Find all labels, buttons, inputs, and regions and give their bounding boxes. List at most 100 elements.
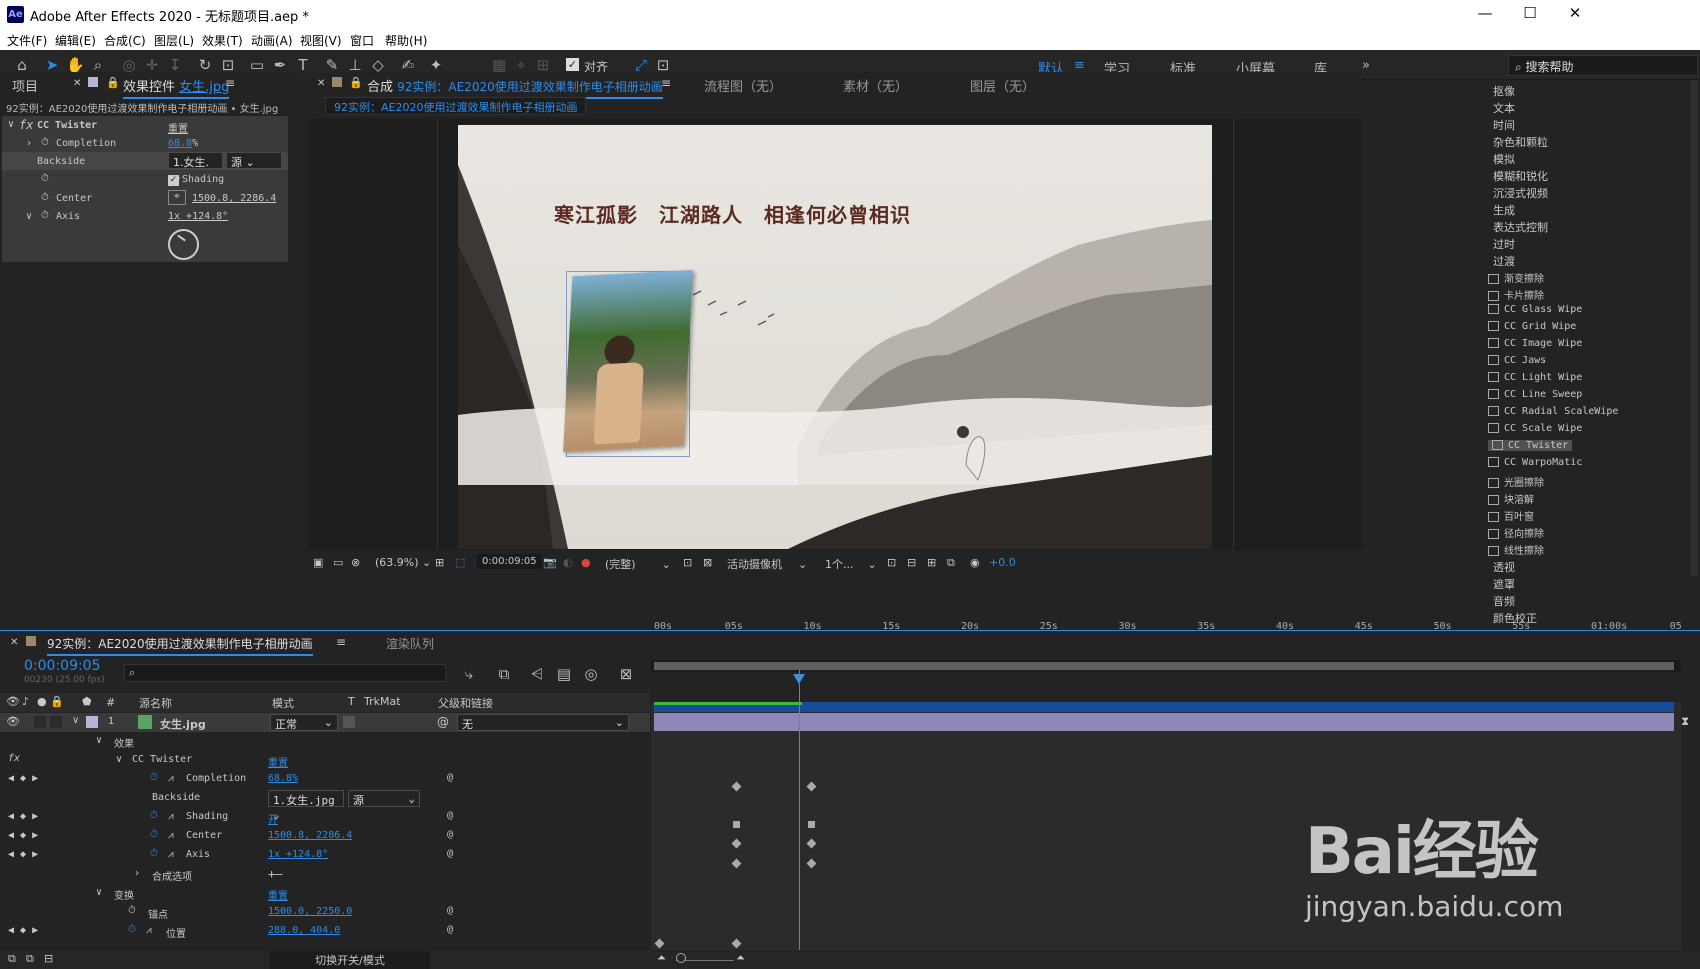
exposure-value[interactable]: +0.0: [989, 556, 1016, 569]
mask-visibility-icon[interactable]: ⊗: [351, 556, 360, 569]
tab-effect-controls[interactable]: 效果控件 女生.jpg: [123, 76, 230, 99]
transition-item-1[interactable]: 卡片擦除: [1488, 287, 1544, 302]
preset-category-0[interactable]: 抠像: [1493, 83, 1515, 99]
comp-flowchart-icon[interactable]: ⧉: [495, 665, 513, 683]
crosshair-icon[interactable]: ⌖: [168, 190, 186, 205]
workspace-more-icon[interactable]: »: [1362, 58, 1370, 73]
graph-editor-icon[interactable]: ⊠: [617, 665, 635, 683]
shading-stopwatch-icon[interactable]: ⏱: [41, 173, 49, 184]
stopwatch-icon[interactable]: ⏱: [41, 137, 49, 148]
transition-item-9[interactable]: CC Scale Wipe: [1488, 423, 1582, 434]
presets-scrollbar[interactable]: [1690, 80, 1698, 576]
menu-edit[interactable]: 编辑(E): [55, 32, 96, 49]
toggle-switches-modes-button[interactable]: 切换开关/模式: [270, 951, 430, 969]
transition-item-13[interactable]: 块溶解: [1488, 491, 1534, 506]
work-area-range[interactable]: [654, 662, 1674, 670]
completion-row[interactable]: ◀ ◆ ▶ ⏱ ⩘ Completion 68.8% @: [0, 770, 650, 789]
minimize-button[interactable]: —: [1465, 4, 1505, 26]
toggle-pixel-icon[interactable]: ⊡: [887, 556, 896, 569]
draft3d-icon[interactable]: ⤷: [460, 665, 478, 683]
menu-composition[interactable]: 合成(C): [104, 32, 146, 49]
flowchart-icon[interactable]: ⧉: [947, 556, 955, 570]
preset-category-2[interactable]: 时间: [1493, 117, 1515, 133]
layer-name[interactable]: 女生.jpg: [160, 716, 206, 732]
preset-category-7[interactable]: 生成: [1493, 202, 1515, 218]
zoom-out-icon[interactable]: ⏶: [657, 951, 666, 965]
menu-effect[interactable]: 效果(T): [202, 32, 243, 49]
transform-group-row[interactable]: ∨ 变换 重置: [0, 884, 650, 903]
exposure-icon[interactable]: ◉: [970, 556, 980, 569]
transition-item-8[interactable]: CC Radial ScaleWipe: [1488, 406, 1618, 417]
menu-view[interactable]: 视图(V): [300, 32, 342, 49]
source-header[interactable]: 源名称: [139, 695, 172, 711]
mode-dropdown[interactable]: 正常 ⌄: [270, 714, 338, 731]
composite-options-row[interactable]: › 合成选项 +—: [0, 865, 650, 884]
fx-icon[interactable]: fx: [19, 118, 33, 132]
transition-item-0[interactable]: 渐变擦除: [1488, 270, 1544, 285]
preset-category-8[interactable]: 表达式控制: [1493, 219, 1548, 235]
time-ruler[interactable]: [651, 672, 1681, 702]
menu-file[interactable]: 文件(F): [7, 32, 47, 49]
tab-render-queue[interactable]: 渲染队列: [386, 635, 434, 652]
close-tab-icon[interactable]: ✕: [73, 78, 81, 89]
current-time-indicator[interactable]: [798, 670, 800, 950]
layer-row[interactable]: 👁 ∨ 1 女生.jpg 正常 ⌄ @ 无 ⌄: [0, 713, 650, 732]
layer-switches-icon[interactable]: ⧉: [8, 952, 16, 966]
backside-layer-dropdown[interactable]: 1.女生. ⌄: [168, 152, 223, 183]
close-button[interactable]: ✕: [1555, 4, 1595, 26]
preset-category-bottom-1[interactable]: 遮罩: [1493, 576, 1515, 592]
anchor-point-row[interactable]: ⏱ 锚点 1500.0, 2250.0 @: [0, 903, 650, 922]
tab-timeline-comp[interactable]: 92实例：AE2020使用过渡效果制作电子相册动画: [47, 635, 313, 656]
maximize-button[interactable]: ☐: [1510, 4, 1550, 26]
comp-sub-tab[interactable]: 92实例：AE2020使用过渡效果制作电子相册动画: [325, 97, 587, 115]
motion-blur-icon[interactable]: ◎: [582, 665, 600, 683]
visibility-icon[interactable]: 👁: [6, 715, 20, 728]
zoom-slider-handle[interactable]: [676, 953, 686, 963]
center-stopwatch-icon[interactable]: ⏱: [41, 192, 49, 203]
shading-timeline-row[interactable]: ◀ ◆ ▶ ⏱ ⩘ Shading 开 @: [0, 808, 650, 827]
menu-layer[interactable]: 图层(L): [154, 32, 194, 49]
tab-layer[interactable]: 图层（无）: [970, 76, 1035, 95]
position-row[interactable]: ◀ ◆ ▶ ⏱ ⩘ 位置 288.0, 404.0 @: [0, 922, 650, 941]
comp-menu-icon[interactable]: ≡: [661, 76, 671, 90]
preset-category-3[interactable]: 杂色和颗粒: [1493, 134, 1548, 150]
photo-twister[interactable]: [563, 269, 693, 453]
zoom-in-icon[interactable]: ⏶: [736, 951, 745, 965]
preset-category-bottom-2[interactable]: 音频: [1493, 593, 1515, 609]
preset-category-1[interactable]: 文本: [1493, 100, 1515, 116]
axis-timeline-row[interactable]: ◀ ◆ ▶ ⏱ ⩘ Axis 1x +124.8° @: [0, 846, 650, 865]
tab-composition[interactable]: 合成 92实例：AE2020使用过渡效果制作电子相册动画: [367, 76, 663, 99]
backside-timeline-row[interactable]: Backside 1.女生.jpg ⌄ 源 ⌄: [0, 789, 650, 821]
search-help-input[interactable]: ⌕ 搜索帮助: [1508, 55, 1698, 76]
transition-item-6[interactable]: CC Light Wipe: [1488, 372, 1582, 383]
preset-category-bottom-0[interactable]: 透视: [1493, 559, 1515, 575]
lock-icon[interactable]: 🔒: [106, 76, 120, 89]
transition-item-5[interactable]: CC Jaws: [1488, 355, 1546, 366]
comp-timecode[interactable]: 0:00:09:05: [477, 554, 542, 569]
tab-footage[interactable]: 素材（无）: [843, 76, 908, 95]
axis-value[interactable]: 1x +124.8°: [168, 211, 228, 222]
preset-category-4[interactable]: 模拟: [1493, 151, 1515, 167]
expand-completion-icon[interactable]: ›: [26, 138, 32, 149]
transition-item-12[interactable]: 光圈擦除: [1488, 474, 1544, 489]
lock-toggle[interactable]: [50, 716, 62, 728]
panel-menu-icon[interactable]: ≡: [225, 76, 235, 90]
backside-source-dropdown[interactable]: 源 ⌄: [226, 152, 282, 169]
solo-toggle[interactable]: [34, 716, 46, 728]
timeline-menu-icon[interactable]: ≡: [336, 635, 346, 649]
zoom-dropdown[interactable]: (63.9%) ⌄: [375, 556, 431, 569]
center-value[interactable]: 1500.8, 2286.4: [192, 193, 276, 204]
shading-checkbox[interactable]: ✓: [168, 175, 179, 186]
layer-duration-bar[interactable]: [654, 713, 1674, 731]
color-channel-icon[interactable]: ●: [581, 556, 591, 569]
preset-category-6[interactable]: 沉浸式视频: [1493, 185, 1548, 201]
completion-value[interactable]: 68.8%: [168, 138, 198, 149]
preset-category-5[interactable]: 模糊和锐化: [1493, 168, 1548, 184]
fast-preview-icon[interactable]: ⊡: [683, 556, 692, 569]
show-snapshot-icon[interactable]: ◐: [563, 556, 573, 569]
frame-blend-icon[interactable]: ▤: [555, 665, 573, 683]
menu-help[interactable]: 帮助(H): [385, 32, 427, 49]
align-checkbox[interactable]: ✓: [566, 58, 579, 71]
preserve-transparency-toggle[interactable]: [343, 716, 355, 728]
reset-exposure-icon[interactable]: ⊟: [907, 556, 916, 569]
